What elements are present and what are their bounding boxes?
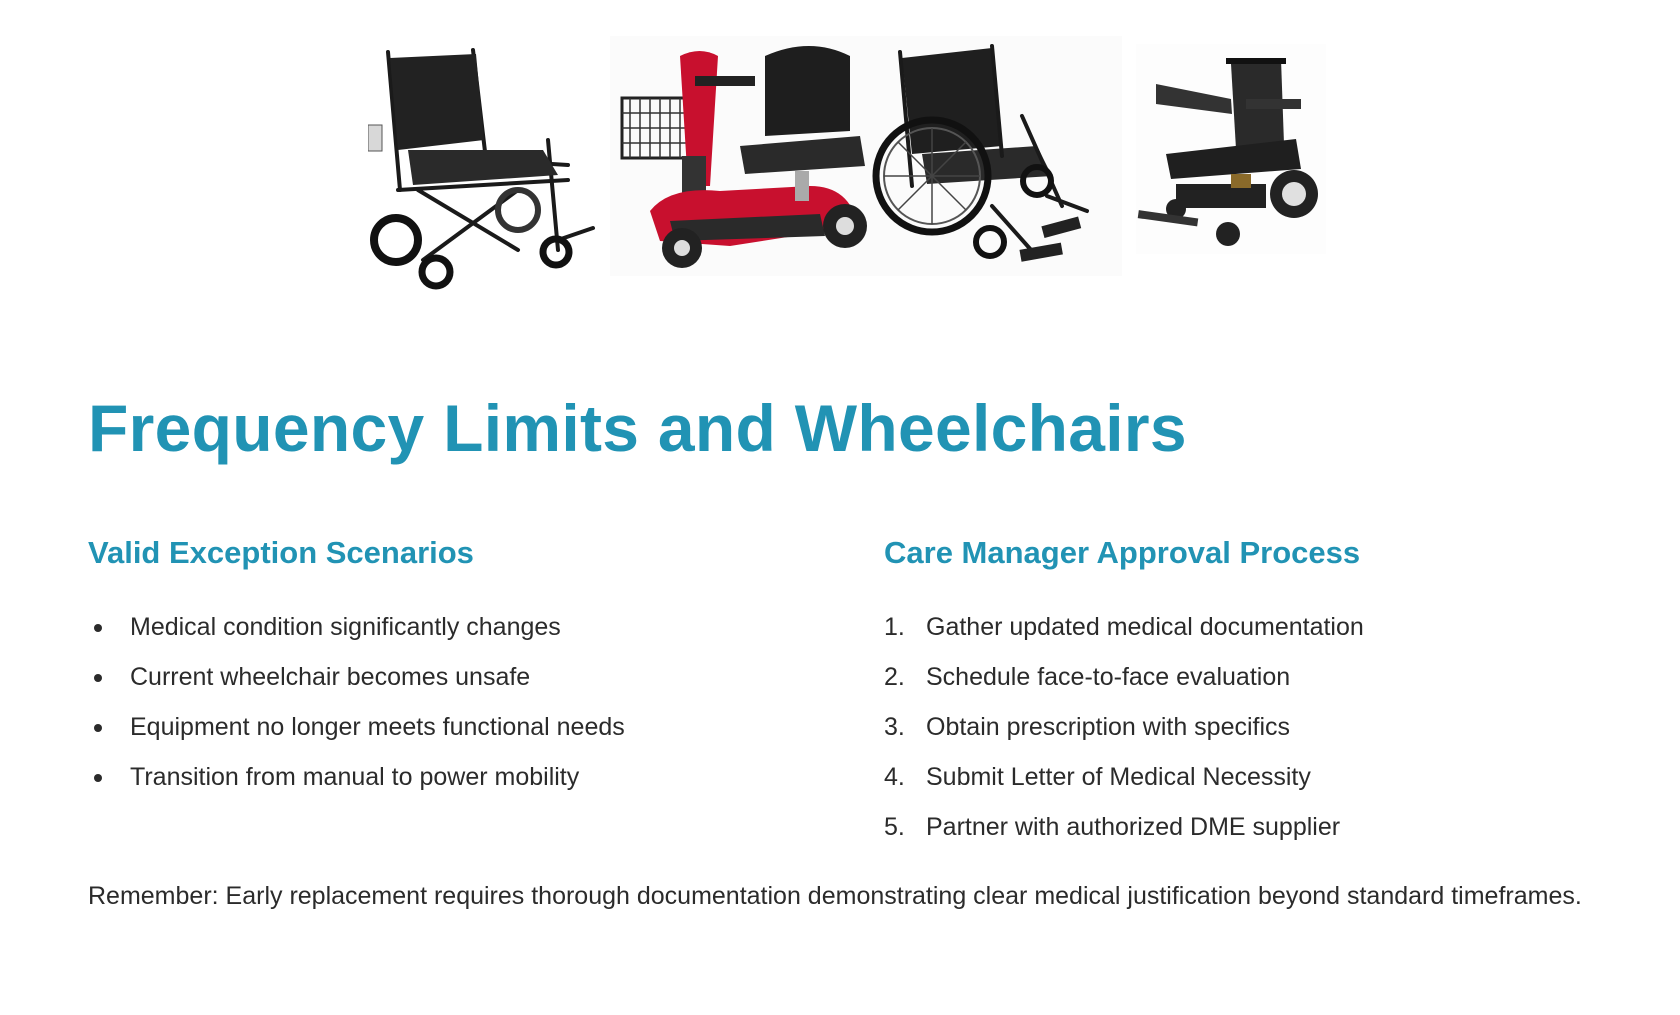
exception-scenarios-list: Medical condition significantly changes …: [88, 602, 848, 802]
bullet-icon: [94, 674, 102, 682]
bullet-icon: [94, 724, 102, 732]
list-item-text: Equipment no longer meets functional nee…: [130, 713, 625, 741]
list-item: Current wheelchair becomes unsafe: [88, 652, 848, 702]
approval-process-section: Care Manager Approval Process 1. Gather …: [884, 530, 1644, 852]
list-item-text: Obtain prescription with specifics: [926, 713, 1291, 741]
list-item: 1. Gather updated medical documentation: [884, 602, 1644, 652]
approval-process-list: 1. Gather updated medical documentation …: [884, 602, 1644, 852]
equipment-image-strip: [0, 30, 1680, 290]
remember-note: Remember: Early replacement requires tho…: [88, 882, 1582, 910]
step-number: 5.: [884, 813, 905, 841]
list-item-text: Transition from manual to power mobility: [130, 763, 580, 791]
list-item: 2. Schedule face-to-face evaluation: [884, 652, 1644, 702]
list-item: 4. Submit Letter of Medical Necessity: [884, 752, 1644, 802]
list-item: Medical condition significantly changes: [88, 602, 848, 652]
step-number: 3.: [884, 713, 905, 741]
list-item-text: Gather updated medical documentation: [926, 613, 1364, 641]
list-item-text: Current wheelchair becomes unsafe: [130, 663, 531, 691]
list-item-text: Schedule face-to-face evaluation: [926, 663, 1291, 691]
manual-wheelchair-icon: [872, 36, 1122, 276]
bullet-icon: [94, 624, 102, 632]
list-item-text: Partner with authorized DME supplier: [926, 813, 1341, 841]
exception-scenarios-section: Valid Exception Scenarios Medical condit…: [88, 530, 848, 802]
list-item-text: Submit Letter of Medical Necessity: [926, 763, 1311, 791]
power-wheelchair-icon: [1136, 44, 1326, 254]
list-item-text: Medical condition significantly changes: [130, 613, 561, 641]
step-number: 4.: [884, 763, 905, 791]
step-number: 2.: [884, 663, 905, 691]
list-item: Transition from manual to power mobility: [88, 752, 848, 802]
transport-wheelchair-icon: [368, 40, 608, 290]
page-title: Frequency Limits and Wheelchairs: [88, 391, 1187, 465]
list-item: 5. Partner with authorized DME supplier: [884, 802, 1644, 852]
step-number: 1.: [884, 613, 905, 641]
list-item: 3. Obtain prescription with specifics: [884, 702, 1644, 752]
mobility-scooter-icon: [610, 36, 872, 276]
bullet-icon: [94, 774, 102, 782]
list-item: Equipment no longer meets functional nee…: [88, 702, 848, 752]
exception-scenarios-heading: Valid Exception Scenarios: [88, 535, 474, 570]
approval-process-heading: Care Manager Approval Process: [884, 535, 1361, 570]
